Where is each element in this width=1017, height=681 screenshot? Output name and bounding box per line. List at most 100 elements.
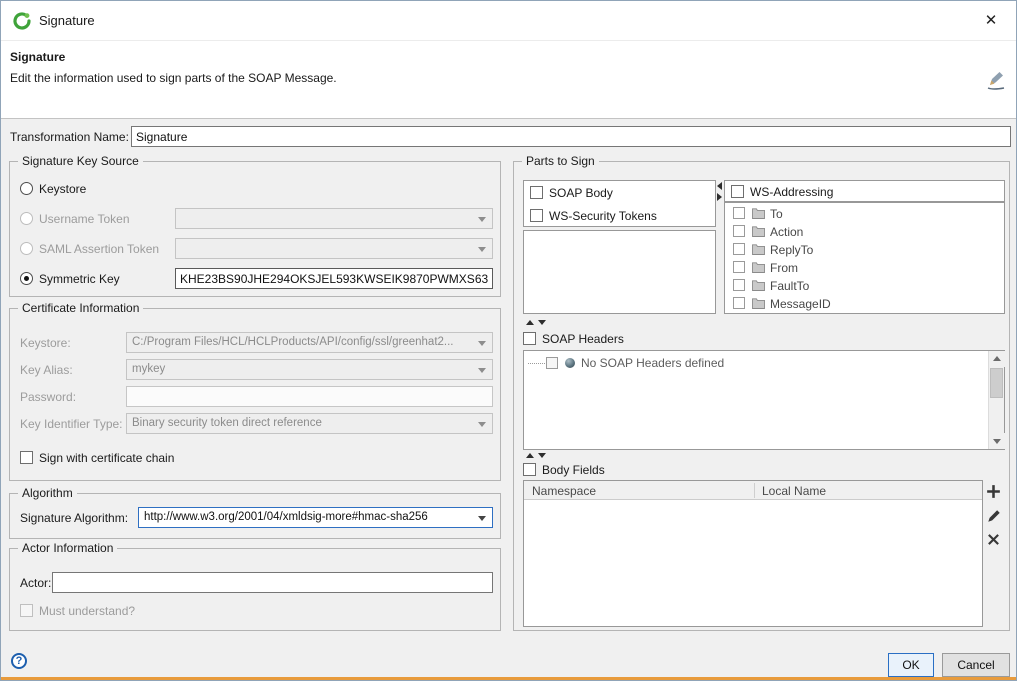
username-token-radio-label: Username Token: [39, 212, 130, 226]
algorithm-title: Algorithm: [18, 486, 77, 500]
cancel-button[interactable]: Cancel: [942, 653, 1010, 677]
soap-headers-checkbox[interactable]: [523, 332, 536, 345]
key-alias-label: Key Alias:: [20, 363, 73, 377]
username-token-radio[interactable]: [20, 212, 33, 225]
signature-pen-icon: [986, 71, 1006, 93]
actor-input[interactable]: [52, 572, 493, 593]
no-soap-headers-checkbox[interactable]: [546, 357, 558, 369]
symmetric-key-radio-label: Symmetric Key: [39, 272, 120, 286]
folder-icon: [752, 280, 765, 294]
ws-addressing-item-label: Action: [770, 225, 803, 239]
symmetric-key-input[interactable]: [175, 268, 493, 289]
soap-headers-label: SOAP Headers: [542, 332, 624, 346]
must-understand-checkbox[interactable]: [20, 604, 33, 617]
sash-collapse-down-icon[interactable]: [538, 320, 546, 325]
certificate-information-group: Certificate Information Keystore: C:/Pro…: [9, 308, 501, 481]
keystore-radio[interactable]: [20, 182, 33, 195]
ws-addressing-item-action[interactable]: Action: [725, 223, 1004, 241]
sash-collapse-left-icon[interactable]: [717, 182, 722, 190]
symmetric-key-radio[interactable]: [20, 272, 33, 285]
ws-security-tokens-list[interactable]: [523, 230, 716, 314]
edit-field-icon[interactable]: [987, 509, 1001, 526]
ws-addressing-item-from[interactable]: From: [725, 259, 1004, 277]
ws-addressing-item-label: ReplyTo: [770, 243, 813, 257]
scrollbar-thumb[interactable]: [990, 368, 1003, 398]
keystore-select[interactable]: C:/Program Files/HCL/HCLProducts/API/con…: [126, 332, 493, 353]
saml-assertion-select[interactable]: [175, 238, 493, 259]
titlebar: Signature ✕: [1, 1, 1016, 41]
soap-headers-scrollbar[interactable]: [988, 351, 1004, 449]
tree-connector: [528, 363, 545, 364]
signature-key-source-title: Signature Key Source: [18, 154, 143, 168]
ws-addressing-item-faultto[interactable]: FaultTo: [725, 277, 1004, 295]
body-fields-table-header: Namespace Local Name: [524, 481, 982, 500]
keystore-field-label: Keystore:: [20, 336, 71, 350]
body-fields-table[interactable]: Namespace Local Name: [523, 480, 983, 627]
must-understand-label: Must understand?: [39, 604, 135, 618]
signature-algorithm-select[interactable]: http://www.w3.org/2001/04/xmldsig-more#h…: [138, 507, 493, 528]
ws-addressing-label: WS-Addressing: [750, 185, 833, 199]
soap-body-label: SOAP Body: [549, 186, 613, 200]
soap-body-checkbox[interactable]: [530, 186, 543, 199]
ws-addressing-header: WS-Addressing: [724, 180, 1005, 202]
key-alias-select[interactable]: mykey: [126, 359, 493, 380]
header-description: Edit the information used to sign parts …: [10, 71, 337, 85]
ws-addressing-item-replyto[interactable]: ReplyTo: [725, 241, 1004, 259]
column-divider: [754, 483, 755, 498]
folder-icon: [752, 262, 765, 276]
actor-label: Actor:: [20, 576, 51, 590]
sash-collapse-up-icon[interactable]: [526, 320, 534, 325]
header-title: Signature: [10, 50, 65, 64]
ws-security-tokens-checkbox[interactable]: [530, 209, 543, 222]
replyto-checkbox[interactable]: [733, 243, 745, 255]
parts-to-sign-title: Parts to Sign: [522, 154, 599, 168]
app-icon: [12, 11, 32, 34]
window-bottom-accent: [1, 677, 1016, 680]
sash-collapse-up-icon[interactable]: [526, 453, 534, 458]
action-checkbox[interactable]: [733, 225, 745, 237]
saml-assertion-radio-label: SAML Assertion Token: [39, 242, 159, 256]
certificate-information-title: Certificate Information: [18, 301, 143, 315]
key-identifier-type-label: Key Identifier Type:: [20, 417, 123, 431]
body-fields-checkbox[interactable]: [523, 463, 536, 476]
ws-security-tokens-label: WS-Security Tokens: [549, 209, 657, 223]
saml-assertion-radio[interactable]: [20, 242, 33, 255]
transformation-name-input[interactable]: [131, 126, 1011, 147]
to-checkbox[interactable]: [733, 207, 745, 219]
signature-algorithm-label: Signature Algorithm:: [20, 511, 128, 525]
sash-collapse-right-icon[interactable]: [717, 193, 722, 201]
ws-addressing-item-to[interactable]: To: [725, 205, 1004, 223]
ws-addressing-item-label: FaultTo: [770, 279, 809, 293]
from-checkbox[interactable]: [733, 261, 745, 273]
body-fields-label: Body Fields: [542, 463, 605, 477]
ws-addressing-item-label: MessageID: [770, 297, 831, 311]
folder-icon: [752, 208, 765, 222]
ws-addressing-item-label: From: [770, 261, 798, 275]
algorithm-group: Algorithm Signature Algorithm: http://ww…: [9, 493, 501, 539]
ws-addressing-checkbox[interactable]: [731, 185, 744, 198]
soap-header-node-icon: [565, 358, 575, 368]
transformation-name-label: Transformation Name:: [10, 130, 129, 144]
help-icon[interactable]: ?: [11, 653, 27, 669]
ok-button[interactable]: OK: [888, 653, 934, 677]
scroll-down-icon[interactable]: [989, 433, 1005, 449]
messageid-checkbox[interactable]: [733, 297, 745, 309]
sign-with-certificate-chain-checkbox[interactable]: [20, 451, 33, 464]
ws-addressing-list: To Action ReplyTo From FaultTo: [724, 202, 1005, 314]
folder-icon: [752, 298, 765, 312]
actor-information-title: Actor Information: [18, 541, 117, 555]
username-token-select[interactable]: [175, 208, 493, 229]
namespace-column-header: Namespace: [532, 484, 596, 498]
sash-collapse-down-icon[interactable]: [538, 453, 546, 458]
faultto-checkbox[interactable]: [733, 279, 745, 291]
soap-headers-tree[interactable]: No SOAP Headers defined: [523, 350, 1005, 450]
password-input[interactable]: [126, 386, 493, 407]
scroll-up-icon[interactable]: [989, 351, 1005, 367]
add-field-icon[interactable]: [986, 484, 1001, 502]
sign-with-certificate-chain-label: Sign with certificate chain: [39, 451, 174, 465]
ws-addressing-item-messageid[interactable]: MessageID: [725, 295, 1004, 313]
delete-field-icon[interactable]: [987, 533, 1000, 549]
close-button[interactable]: ✕: [970, 1, 1012, 41]
password-label: Password:: [20, 390, 76, 404]
key-identifier-type-select[interactable]: Binary security token direct reference: [126, 413, 493, 434]
